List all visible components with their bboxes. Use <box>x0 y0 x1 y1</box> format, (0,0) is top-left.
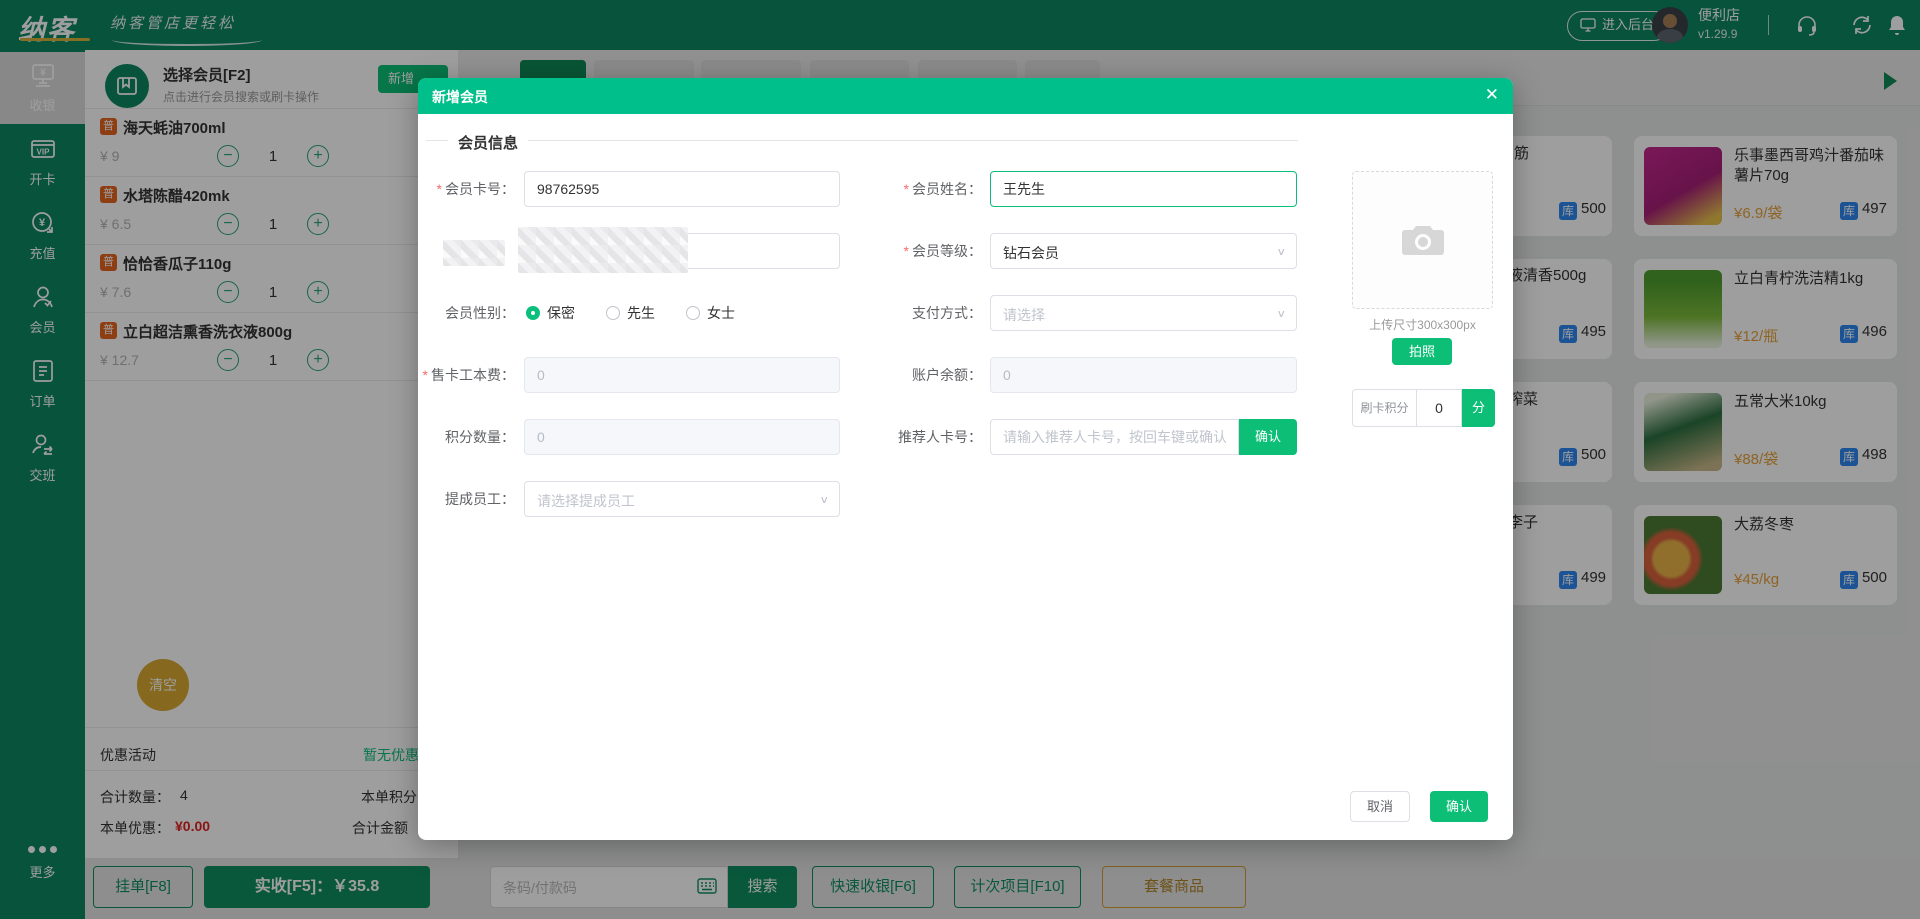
close-icon[interactable]: ✕ <box>1485 85 1499 105</box>
section-title: 会员信息 <box>448 132 529 153</box>
swipe-points-group: 刷卡积分 0 分 <box>1352 389 1495 427</box>
staff-label: 提成员工： <box>418 481 515 517</box>
required-mark: * <box>903 243 909 259</box>
gender-label: 会员性别： <box>418 295 515 331</box>
card-fee-input <box>524 357 840 393</box>
modal-title: 新增会员 <box>432 89 488 105</box>
label-text: 会员姓名： <box>912 181 982 197</box>
chevron-down-icon: ∨ <box>819 493 829 506</box>
radio-label: 先生 <box>627 305 655 321</box>
photo-size-hint: 上传尺寸300x300px <box>1369 318 1476 332</box>
radio-label: 保密 <box>547 305 575 321</box>
required-mark: * <box>903 181 909 197</box>
member-name-label: * 会员姓名： <box>858 171 982 207</box>
pos-app: { "topbar": { "logo": "纳客", "tagline": "… <box>0 0 1920 919</box>
add-member-modal: 新增会员 ✕ 会员信息 *会员卡号： *会员姓名： *会员等级： 钻石会员 ∨ … <box>418 78 1513 840</box>
radio-label: 女士 <box>707 305 735 321</box>
points-label: 积分数量： <box>418 419 515 455</box>
level-value: 钻石会员 <box>1003 245 1059 261</box>
gender-radio-ms[interactable]: 女士 <box>686 303 735 323</box>
gender-radio-secret[interactable]: 保密 <box>526 303 575 323</box>
label-text: 售卡工本费： <box>431 367 515 383</box>
redacted-label <box>443 240 505 266</box>
balance-input <box>990 357 1297 393</box>
member-name-input[interactable] <box>990 171 1297 207</box>
label-text: 推荐人卡号： <box>898 429 982 445</box>
cancel-button[interactable]: 取消 <box>1350 791 1410 822</box>
confirm-button[interactable]: 确认 <box>1430 791 1488 822</box>
swipe-points-unit-button[interactable]: 分 <box>1462 389 1495 427</box>
section-divider <box>426 140 1298 141</box>
redacted-value-blur <box>518 227 688 273</box>
radio-checked-icon <box>526 306 540 320</box>
modal-header: 新增会员 ✕ <box>418 78 1513 114</box>
label-text: 会员性别： <box>445 305 515 321</box>
level-select[interactable]: 钻石会员 ∨ <box>990 233 1297 269</box>
radio-icon <box>606 306 620 320</box>
pay-label: 支付方式： <box>858 295 982 331</box>
gender-radio-mr[interactable]: 先生 <box>606 303 655 323</box>
pay-placeholder: 请选择 <box>1003 307 1045 323</box>
required-mark: * <box>436 181 442 197</box>
photo-upload-box[interactable] <box>1352 171 1493 309</box>
card-no-input[interactable] <box>524 171 840 207</box>
label-text: 支付方式： <box>912 305 982 321</box>
referrer-confirm-button[interactable]: 确认 <box>1239 419 1297 455</box>
swipe-points-value[interactable]: 0 <box>1416 389 1462 427</box>
points-input <box>524 419 840 455</box>
swipe-points-label: 刷卡积分 <box>1352 389 1416 427</box>
label-text: 会员卡号： <box>445 181 515 197</box>
chevron-down-icon: ∨ <box>1276 307 1286 320</box>
label-text: 积分数量： <box>445 429 515 445</box>
chevron-down-icon: ∨ <box>1276 245 1286 258</box>
camera-icon <box>1402 226 1444 255</box>
label-text: 提成员工： <box>445 491 515 507</box>
required-mark: * <box>422 367 428 383</box>
take-photo-button[interactable]: 拍照 <box>1392 338 1452 365</box>
card-no-label: * 会员卡号： <box>418 171 515 207</box>
radio-icon <box>686 306 700 320</box>
card-fee-label: * 售卡工本费： <box>418 357 515 393</box>
referrer-input[interactable] <box>990 419 1239 455</box>
label-text: 账户余额： <box>912 367 982 383</box>
pay-select[interactable]: 请选择 ∨ <box>990 295 1297 331</box>
balance-label: 账户余额： <box>858 357 982 393</box>
referrer-label: 推荐人卡号： <box>858 419 982 455</box>
level-label: * 会员等级： <box>858 233 982 269</box>
staff-placeholder: 请选择提成员工 <box>537 493 635 509</box>
staff-select[interactable]: 请选择提成员工 ∨ <box>524 481 840 517</box>
label-text: 会员等级： <box>912 243 982 259</box>
